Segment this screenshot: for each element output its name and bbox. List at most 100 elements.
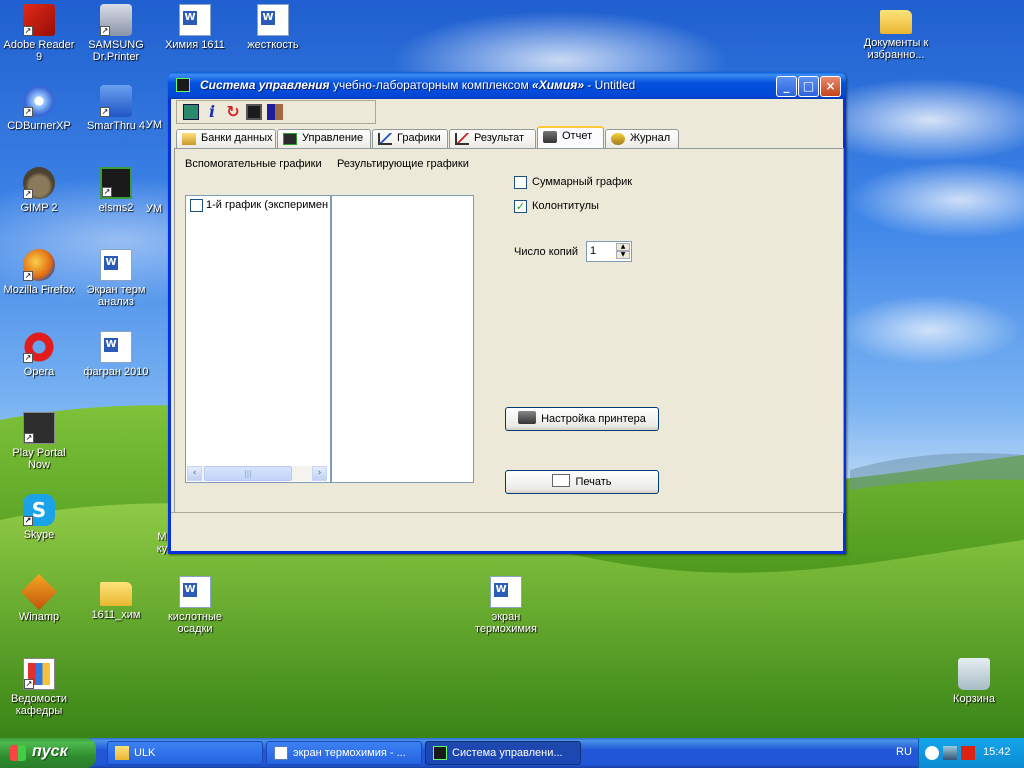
list-item-checkbox[interactable] [190, 199, 203, 212]
scroll-right-button[interactable]: › [312, 466, 327, 481]
spin-down-button[interactable]: ▼ [616, 251, 630, 259]
language-indicator[interactable]: RU [896, 746, 912, 758]
recycle-bin-icon [958, 658, 990, 690]
elsms2-app-icon: ↗ [100, 167, 132, 199]
folder-icon [100, 582, 132, 606]
horizontal-scrollbar[interactable]: ‹ ||| › [187, 466, 327, 481]
taskbar-item-sistema[interactable]: Система управлени... [425, 741, 581, 765]
result-graphs-list[interactable] [331, 195, 474, 483]
desktop-icon-winamp[interactable]: Winamp [1, 573, 77, 623]
refresh-icon[interactable]: ↻ [225, 104, 241, 120]
spin-up-button[interactable]: ▲ [616, 243, 630, 251]
clock: 15:42 [983, 746, 1011, 758]
tab-journal[interactable]: Журнал [605, 129, 679, 148]
app-icon [433, 746, 447, 760]
desktop-icon-zhestkost[interactable]: жесткость [235, 4, 311, 51]
tab-graphs[interactable]: Графики [372, 129, 448, 148]
minimize-button[interactable]: _ [776, 76, 797, 97]
taskbar: пуск ULK экран термохимия - ... Система … [0, 738, 1024, 768]
opera-icon: ↗ [23, 331, 55, 363]
folder-icon [880, 10, 912, 34]
network-icon[interactable] [943, 746, 957, 760]
windows-logo-icon [10, 745, 26, 761]
desktop-icon-samsung-printer[interactable]: ↗ SAMSUNG Dr.Printer [78, 4, 154, 63]
adobe-reader-icon: ↗ [23, 4, 55, 36]
desktop-icon-play-portal[interactable]: ↗ Play Portal Now [1, 412, 77, 471]
taskbar-item-ekran[interactable]: экран термохимия - ... [266, 741, 422, 765]
skype-icon: S ↗ [23, 494, 55, 526]
tab-result[interactable]: Результат [449, 129, 536, 148]
firefox-icon: ↗ [23, 249, 55, 281]
desktop-icon-adobe-reader[interactable]: ↗ Adobe Reader 9 [1, 4, 77, 63]
desktop-icon-firefox[interactable]: ↗ Mozilla Firefox [1, 249, 77, 296]
save-icon[interactable] [246, 104, 262, 120]
word-document-icon [274, 746, 288, 760]
tab-control[interactable]: Управление [277, 129, 371, 148]
control-panel-icon [283, 133, 297, 145]
window-titlebar[interactable]: Система управления учебно-лабораторным к… [168, 72, 846, 99]
aux-graphs-label: Вспомогательные графики [185, 158, 322, 170]
desktop-icon-himiya-1611[interactable]: Химия 1611 [157, 4, 233, 51]
desktop-icon-gimp[interactable]: ↗ GIMP 2 [1, 167, 77, 214]
word-document-icon [257, 4, 289, 36]
tab-banks[interactable]: Банки данных [176, 129, 276, 148]
toolbar: i ↻ [176, 100, 376, 124]
scroll-left-button[interactable]: ‹ [187, 466, 202, 481]
status-bar [171, 512, 843, 548]
desktop-icon-vedomosti[interactable]: ↗ Ведомости кафедры [1, 658, 77, 717]
tray-expand-icon[interactable] [925, 746, 939, 760]
desktop-icon-ekran-termohimiya[interactable]: экран термохимия [468, 576, 544, 635]
folder-open-icon [182, 133, 196, 145]
tab-report[interactable]: Отчет [537, 126, 604, 148]
desktop-icon-recycle-bin[interactable]: Корзина [936, 658, 1012, 705]
desktop-icon-um-2[interactable]: УМ [140, 203, 168, 215]
desktop: ↗ Adobe Reader 9 ↗ SAMSUNG Dr.Printer Хи… [0, 0, 1024, 738]
desktop-icon-kislotnye-osadki[interactable]: кислотные осадки [157, 576, 233, 635]
desktop-icon-ekran-term-analiz[interactable]: Экран терм анализ [78, 249, 154, 308]
antivirus-icon[interactable] [961, 746, 975, 760]
exit-icon[interactable] [267, 104, 283, 120]
gimp-icon: ↗ [23, 167, 55, 199]
line-chart-icon [378, 133, 392, 145]
tab-strip: Банки данных Управление Графики Результа… [176, 126, 844, 148]
desktop-icon-cdburnerxp[interactable]: ↗ CDBurnerXP [1, 85, 77, 132]
headers-checkbox[interactable]: ✓ [514, 200, 527, 213]
desktop-icon-documents-favorites[interactable]: Документы к избранно... [858, 4, 934, 61]
scrollbar-thumb[interactable]: ||| [204, 466, 292, 481]
aux-graphs-list[interactable]: 1-й график (эксперимен ‹ ||| › [185, 195, 331, 483]
spreadsheet-icon: ↗ [23, 658, 55, 690]
desktop-icon-1611-him[interactable]: 1611_хим [78, 576, 154, 621]
desktop-icon-fagran[interactable]: фагран 2010 [78, 331, 154, 378]
info-icon[interactable]: i [204, 104, 220, 120]
printer-setup-button[interactable]: Настройка принтера [505, 407, 659, 431]
smarthru-icon: ↗ [100, 85, 132, 117]
desktop-icon-um[interactable]: УМ [140, 119, 168, 131]
print-button[interactable]: Печать [505, 470, 659, 494]
word-document-icon [100, 249, 132, 281]
printer-icon [518, 411, 537, 424]
folder-icon [115, 746, 129, 760]
desktop-icon-opera[interactable]: ↗ Opera [1, 331, 77, 378]
cd-icon: ↗ [23, 85, 55, 117]
window-title: Система управления учебно-лабораторным к… [200, 78, 636, 92]
word-document-icon [179, 576, 211, 608]
close-button[interactable]: × [820, 76, 841, 97]
summary-graph-checkbox[interactable] [514, 176, 527, 189]
list-item[interactable]: 1-й график (эксперимен [206, 199, 329, 211]
result-graphs-label: Результирующие графики [337, 158, 469, 170]
system-tray: 15:42 [918, 738, 1024, 768]
app-icon [176, 78, 190, 92]
print-page-icon [552, 474, 571, 487]
copies-spinner[interactable]: 1 ▲ ▼ [586, 241, 632, 262]
word-document-icon [100, 331, 132, 363]
desktop-icon-skype[interactable]: S ↗ Skype [1, 494, 77, 541]
result-chart-icon [455, 133, 469, 145]
maximize-button[interactable]: □ [798, 76, 819, 97]
app-window: Система управления учебно-лабораторным к… [168, 72, 846, 554]
winamp-icon [20, 573, 58, 611]
copies-value[interactable]: 1 [590, 245, 596, 257]
word-document-icon [179, 4, 211, 36]
start-button[interactable]: пуск [0, 738, 96, 768]
taskbar-item-ulk[interactable]: ULK [107, 741, 263, 765]
calculator-icon[interactable] [183, 104, 199, 120]
